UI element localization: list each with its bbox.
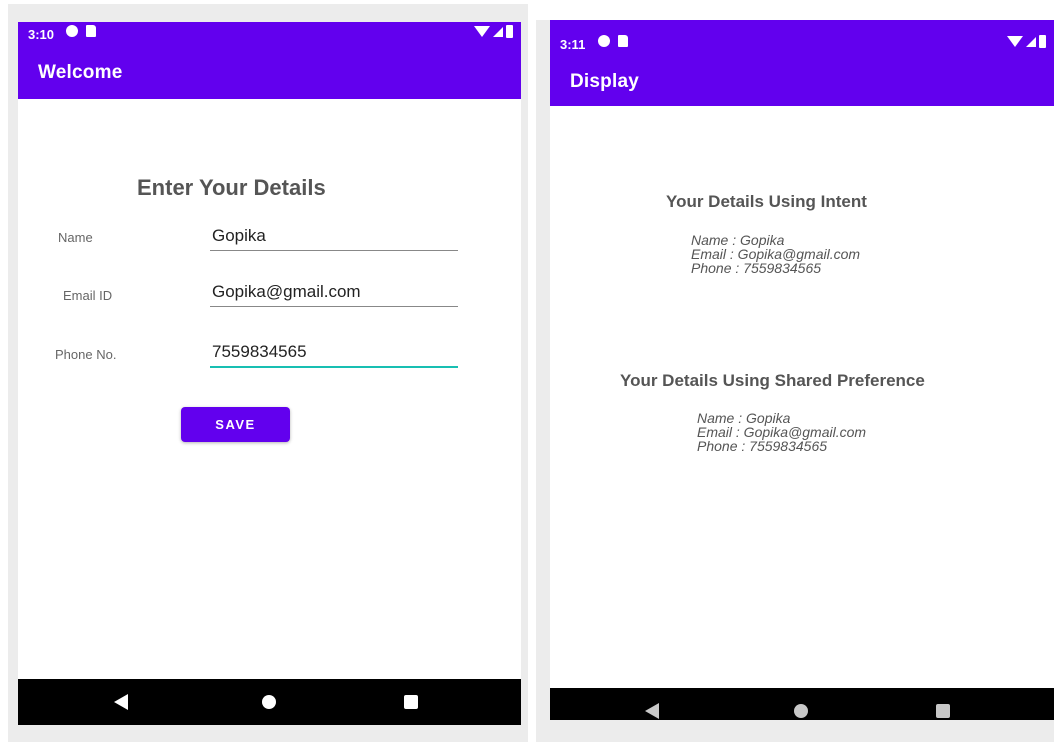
status-time: 3:11 [560,37,586,52]
home-icon[interactable] [794,704,808,718]
home-icon[interactable] [262,695,276,709]
app-title: Display [570,71,639,92]
app-bar: 3:11 Display [550,20,1054,106]
sd-card-icon [618,35,628,47]
name-field[interactable] [210,220,460,251]
name-label: Name [58,230,93,245]
intent-name: Name : Gopika [691,232,785,248]
shared-name: Name : Gopika [697,410,791,426]
phone-field[interactable] [210,336,460,368]
privacy-indicator-icon [66,25,78,37]
sd-card-icon [86,25,96,37]
phone-label: Phone No. [55,347,117,362]
wifi-icon [474,26,490,37]
back-icon[interactable] [114,694,128,710]
intent-email: Email : Gopika@gmail.com [691,246,861,262]
cell-signal-icon [493,26,503,37]
battery-icon [506,25,513,38]
shared-phone: Phone : 7559834565 [697,438,828,454]
save-button[interactable]: SAVE [181,407,290,442]
cell-signal-icon [1026,36,1036,47]
recents-icon[interactable] [936,704,950,718]
email-field[interactable] [210,276,460,307]
status-time: 3:10 [28,27,55,42]
battery-icon [1039,35,1046,48]
phone-input[interactable] [212,342,460,362]
back-icon[interactable] [645,703,659,719]
shared-email: Email : Gopika@gmail.com [697,424,867,440]
navigation-bar [18,679,521,725]
page-heading: Enter Your Details [137,175,326,200]
welcome-screen: 3:10 Welcome Enter Your Details Name Ema… [18,22,521,725]
app-bar: 3:10 Welcome [18,22,521,99]
shared-preference-details: Name : Gopika Email : Gopika@gmail.com P… [697,411,866,453]
wifi-icon [1007,36,1023,47]
recents-icon[interactable] [404,695,418,709]
intent-phone: Phone : 7559834565 [691,260,822,276]
email-input[interactable] [212,282,460,302]
welcome-screenshot: 3:10 Welcome Enter Your Details Name Ema… [8,4,528,742]
intent-details: Name : Gopika Email : Gopika@gmail.com P… [691,233,860,275]
intent-heading: Your Details Using Intent [666,192,867,211]
privacy-indicator-icon [598,35,610,47]
app-title: Welcome [38,62,123,83]
name-input[interactable] [212,226,460,246]
display-screen: 3:11 Display Your Details Using Intent N… [550,20,1054,720]
email-label: Email ID [63,288,113,303]
navigation-bar [550,688,1054,720]
shared-preference-heading: Your Details Using Shared Preference [620,371,925,390]
display-screenshot: 3:11 Display Your Details Using Intent N… [536,20,1054,742]
